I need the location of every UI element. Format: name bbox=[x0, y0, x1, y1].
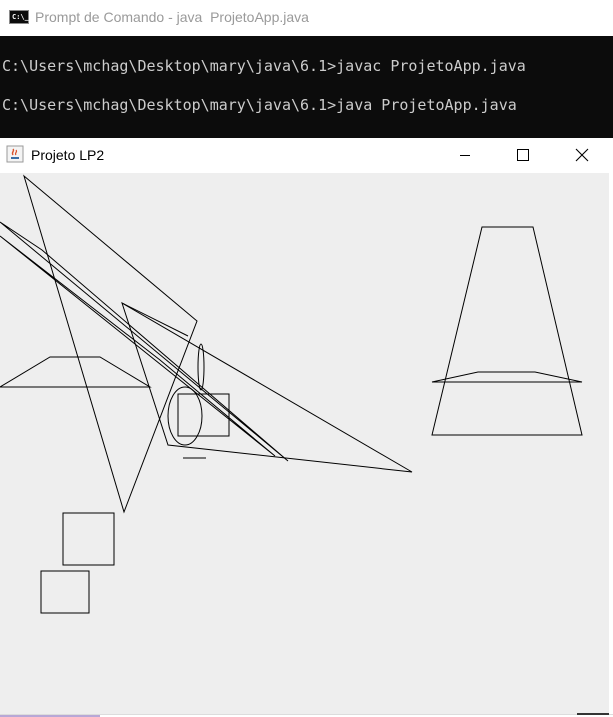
square-lower bbox=[40, 570, 90, 614]
thin-ellipse bbox=[197, 343, 205, 391]
center-rectangle bbox=[177, 393, 230, 437]
right-tall-trapezoid bbox=[431, 226, 583, 436]
wide-triangle bbox=[121, 301, 413, 473]
left-trapezoid bbox=[0, 356, 152, 388]
tall-triangle bbox=[23, 174, 198, 514]
right-flat-trapezoid bbox=[431, 371, 583, 383]
left-wedge bbox=[0, 221, 289, 462]
left-wedge-2 bbox=[0, 235, 276, 457]
shapes-layer bbox=[0, 174, 583, 614]
square-upper bbox=[62, 512, 115, 566]
